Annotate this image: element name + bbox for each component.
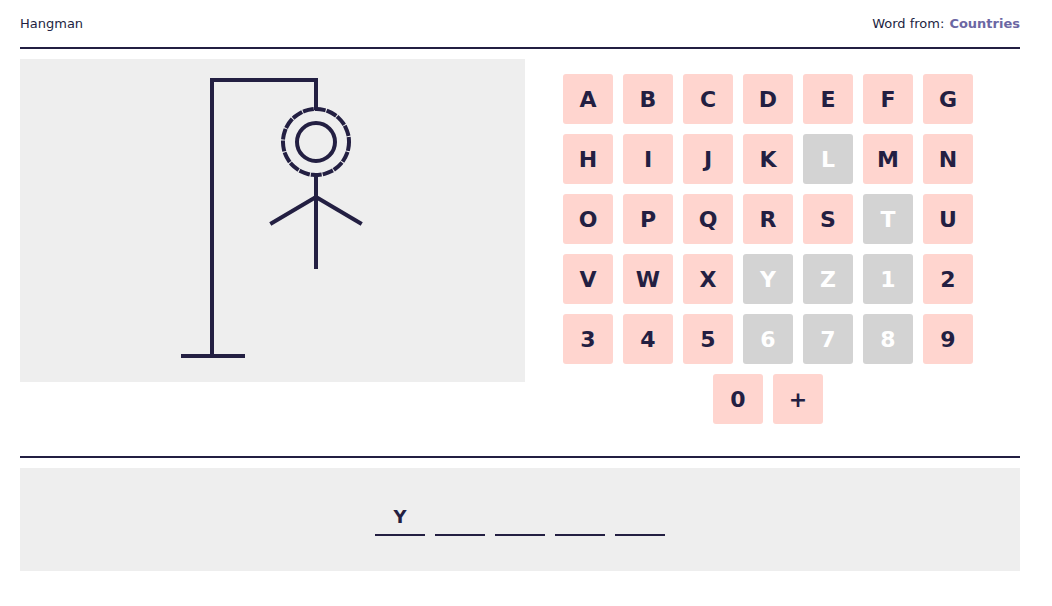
word-panel: Y	[20, 468, 1020, 571]
letter-key[interactable]: 9	[923, 314, 973, 364]
body-icon	[314, 176, 318, 267]
letter-key[interactable]: D	[743, 74, 793, 124]
letter-key: L	[803, 134, 853, 184]
letter-key[interactable]: X	[683, 254, 733, 304]
category-value: Countries	[949, 16, 1020, 31]
header: Hangman Word from: Countries	[20, 0, 1020, 49]
letter-key: 6	[743, 314, 793, 364]
letter-key[interactable]: R	[743, 194, 793, 244]
letter-key[interactable]: U	[923, 194, 973, 244]
hangman-page: Hangman Word from: Countries ABCDEFG HIJKLMN…	[20, 0, 1020, 571]
letter-key[interactable]: N	[923, 134, 973, 184]
letter-slot: Y	[375, 498, 425, 536]
letter-key[interactable]: V	[563, 254, 613, 304]
letter-key[interactable]: 5	[683, 314, 733, 364]
hangman-icon	[20, 59, 525, 382]
letter-key[interactable]: C	[683, 74, 733, 124]
game-area: ABCDEFG HIJKLMN OPQRSTU VWXYZ12 3456789 0+	[20, 59, 1020, 458]
left-arm-icon	[272, 197, 316, 223]
letter-key[interactable]: B	[623, 74, 673, 124]
noose-icon	[283, 109, 349, 175]
letter-slot	[555, 498, 605, 536]
letter-slot	[615, 498, 665, 536]
letter-key[interactable]: M	[863, 134, 913, 184]
category-label: Word from:	[872, 16, 944, 31]
letter-key[interactable]: J	[683, 134, 733, 184]
letter-key[interactable]: I	[623, 134, 673, 184]
letter-key[interactable]: Q	[683, 194, 733, 244]
letter-slot	[435, 498, 485, 536]
letter-key: Z	[803, 254, 853, 304]
category: Word from: Countries	[872, 16, 1020, 31]
letter-key: 8	[863, 314, 913, 364]
letter-key[interactable]: 2	[923, 254, 973, 304]
letter-key[interactable]: A	[563, 74, 613, 124]
letter-key[interactable]: W	[623, 254, 673, 304]
letter-key: 1	[863, 254, 913, 304]
letter-key: 7	[803, 314, 853, 364]
gallows-panel	[20, 59, 525, 382]
keyboard: ABCDEFG HIJKLMN OPQRSTU VWXYZ12 3456789 0+	[563, 74, 973, 424]
letter-key[interactable]: E	[803, 74, 853, 124]
letter-key[interactable]: 3	[563, 314, 613, 364]
letter-key[interactable]: G	[923, 74, 973, 124]
app-title: Hangman	[20, 16, 83, 31]
letter-key[interactable]: +	[773, 374, 823, 424]
letter-key[interactable]: H	[563, 134, 613, 184]
gallows-icon	[183, 80, 316, 356]
letter-slot	[495, 498, 545, 536]
letter-key[interactable]: K	[743, 134, 793, 184]
word-slots: Y	[375, 498, 665, 536]
letter-key[interactable]: F	[863, 74, 913, 124]
letter-key[interactable]: O	[563, 194, 613, 244]
letter-key: T	[863, 194, 913, 244]
letter-key: Y	[743, 254, 793, 304]
revealed-letter: Y	[393, 506, 406, 527]
letter-key[interactable]: P	[623, 194, 673, 244]
letter-key[interactable]: 4	[623, 314, 673, 364]
letter-key[interactable]: S	[803, 194, 853, 244]
head-icon	[297, 123, 335, 161]
right-arm-icon	[316, 197, 360, 223]
letter-key[interactable]: 0	[713, 374, 763, 424]
